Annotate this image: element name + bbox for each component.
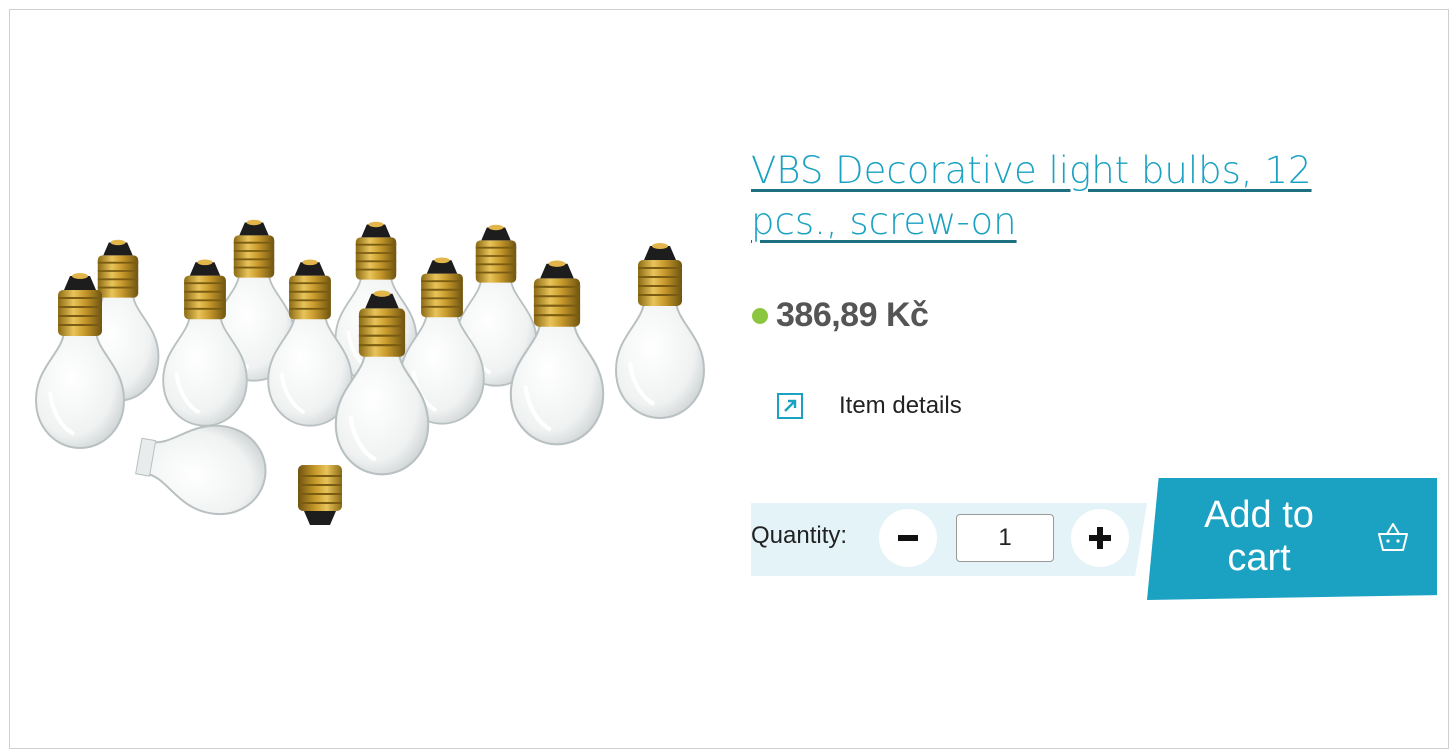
add-to-cart-label: Add to cart [1204,494,1314,579]
add-to-cart-button[interactable]: Add to cart [1147,478,1437,600]
availability-dot [752,307,768,324]
item-details-label: Item details [839,392,962,419]
quantity-label: Quantity: [751,522,848,549]
external-link-icon [777,393,803,419]
product-title-link[interactable]: VBS Decorative light bulbs, 12 pcs., scr… [751,145,1391,247]
basket-icon [1378,523,1408,551]
product-image[interactable] [30,200,720,540]
increment-button[interactable] [1071,509,1129,567]
decrement-button[interactable] [879,509,937,567]
plus-icon [1089,527,1111,549]
quantity-input[interactable] [956,514,1054,562]
product-price: 386,89 Kč [776,296,929,334]
minus-icon [898,535,918,541]
price-row: 386,89 Kč [752,296,929,335]
item-details-link[interactable]: Item details [777,392,962,420]
